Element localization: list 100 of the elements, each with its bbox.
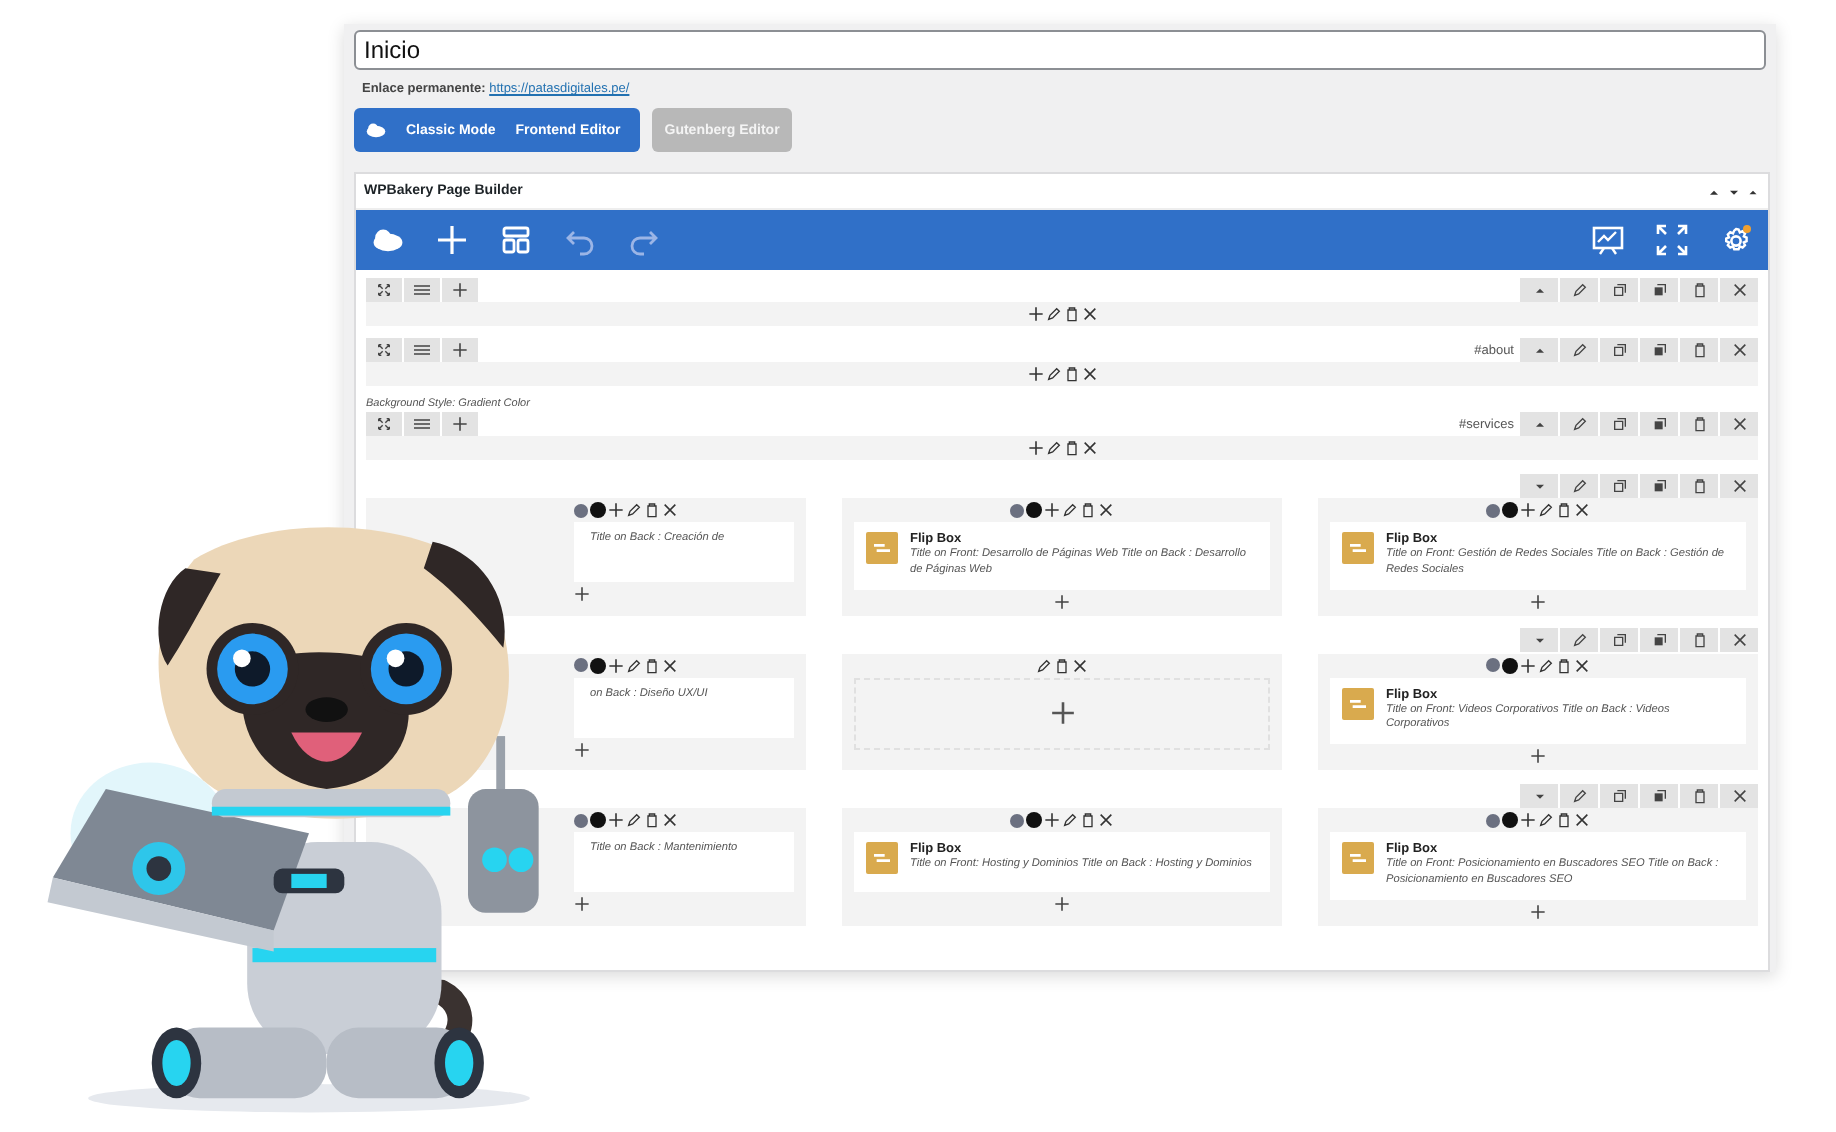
add-icon[interactable] — [608, 812, 624, 829]
remove-row-button[interactable] — [1720, 278, 1758, 302]
copy-row-button[interactable] — [1600, 628, 1638, 653]
close-icon[interactable] — [1098, 812, 1114, 829]
toggle-row-button[interactable] — [1520, 338, 1558, 362]
pencil-icon[interactable] — [1045, 306, 1061, 322]
pencil-icon[interactable] — [1036, 657, 1052, 674]
clone-row-button[interactable] — [1640, 628, 1678, 653]
pencil-icon[interactable] — [1062, 502, 1078, 518]
add-icon[interactable] — [1044, 502, 1060, 518]
pencil-icon[interactable] — [1045, 366, 1061, 382]
settings-icon[interactable] — [1720, 224, 1752, 256]
drag-handle[interactable] — [366, 338, 402, 362]
add-icon[interactable] — [1027, 306, 1043, 322]
edit-row-button[interactable] — [1560, 783, 1598, 808]
remove-row-button[interactable] — [1720, 783, 1758, 808]
add-icon[interactable] — [574, 741, 590, 758]
title-field[interactable]: Inicio — [354, 30, 1766, 70]
delete-row-button[interactable] — [1680, 338, 1718, 362]
add-icon[interactable] — [1530, 593, 1546, 610]
remove-row-button[interactable] — [1720, 473, 1758, 497]
copy-row-button[interactable] — [1600, 473, 1638, 497]
add-icon[interactable] — [1530, 748, 1546, 765]
drag-handle[interactable] — [366, 278, 402, 302]
copy-row-button[interactable] — [1600, 278, 1638, 302]
delete-row-button[interactable] — [1680, 628, 1718, 653]
add-icon[interactable] — [1049, 700, 1075, 727]
edit-row-button[interactable] — [1560, 473, 1598, 497]
copy-row-button[interactable] — [1600, 783, 1638, 808]
clone-row-button[interactable] — [1640, 278, 1678, 302]
add-column-button[interactable] — [442, 412, 478, 436]
clone-row-button[interactable] — [1640, 473, 1678, 497]
add-icon[interactable] — [1520, 657, 1536, 674]
trash-icon[interactable] — [1556, 502, 1572, 518]
layout-button[interactable] — [404, 278, 440, 302]
presentation-chart-icon[interactable] — [1592, 224, 1624, 256]
close-icon[interactable] — [1098, 502, 1114, 518]
toggle-row-button[interactable] — [1520, 628, 1558, 653]
trash-icon[interactable] — [1063, 440, 1079, 456]
toggle-row-button[interactable] — [1520, 278, 1558, 302]
pencil-icon[interactable] — [1538, 502, 1554, 518]
clone-row-button[interactable] — [1640, 338, 1678, 362]
trash-icon[interactable] — [1080, 502, 1096, 518]
close-icon[interactable] — [662, 657, 678, 674]
trash-icon[interactable] — [1080, 812, 1096, 829]
remove-row-button[interactable] — [1720, 628, 1758, 653]
clone-row-button[interactable] — [1640, 412, 1678, 436]
trash-icon[interactable] — [1063, 306, 1079, 322]
copy-row-button[interactable] — [1600, 338, 1638, 362]
add-icon[interactable] — [1027, 366, 1043, 382]
toggle-row-button[interactable] — [1520, 473, 1558, 497]
pencil-icon[interactable] — [626, 812, 642, 829]
edit-row-button[interactable] — [1560, 412, 1598, 436]
trash-icon[interactable] — [1556, 812, 1572, 829]
pencil-icon[interactable] — [626, 657, 642, 674]
close-icon[interactable] — [1081, 366, 1097, 382]
add-column-button[interactable] — [442, 338, 478, 362]
toggle-row-button[interactable] — [1520, 783, 1558, 808]
close-icon[interactable] — [1072, 657, 1088, 674]
cloud-logo-icon[interactable] — [372, 224, 404, 256]
add-icon[interactable] — [574, 896, 590, 913]
edit-row-button[interactable] — [1560, 628, 1598, 653]
delete-row-button[interactable] — [1680, 783, 1718, 808]
drag-handle[interactable] — [366, 412, 402, 436]
close-icon[interactable] — [1574, 812, 1590, 829]
close-icon[interactable] — [662, 812, 678, 829]
trash-icon[interactable] — [644, 657, 660, 674]
trash-icon[interactable] — [1054, 657, 1070, 674]
edit-row-button[interactable] — [1560, 278, 1598, 302]
copy-row-button[interactable] — [1600, 412, 1638, 436]
add-icon[interactable] — [574, 586, 590, 602]
edit-row-button[interactable] — [1560, 338, 1598, 362]
delete-row-button[interactable] — [1680, 278, 1718, 302]
delete-row-button[interactable] — [1680, 412, 1718, 436]
close-icon[interactable] — [662, 502, 678, 518]
close-icon[interactable] — [1574, 657, 1590, 674]
toggle-row-button[interactable] — [1520, 412, 1558, 436]
trash-icon[interactable] — [644, 812, 660, 829]
close-icon[interactable] — [1081, 306, 1097, 322]
pencil-icon[interactable] — [1045, 440, 1061, 456]
add-icon[interactable] — [1054, 593, 1070, 610]
layout-button[interactable] — [404, 412, 440, 436]
close-icon[interactable] — [1081, 440, 1097, 456]
layout-icon[interactable] — [500, 224, 532, 256]
pencil-icon[interactable] — [1062, 812, 1078, 829]
add-icon[interactable] — [1027, 440, 1043, 456]
fullscreen-icon[interactable] — [1656, 224, 1688, 256]
pencil-icon[interactable] — [626, 502, 642, 518]
delete-row-button[interactable] — [1680, 473, 1718, 497]
add-column-button[interactable] — [442, 278, 478, 302]
add-icon[interactable] — [1044, 812, 1060, 829]
add-icon[interactable] — [1520, 502, 1536, 518]
close-icon[interactable] — [1574, 502, 1590, 518]
clone-row-button[interactable] — [1640, 783, 1678, 808]
add-icon[interactable] — [1054, 896, 1070, 913]
layout-button[interactable] — [404, 338, 440, 362]
trash-icon[interactable] — [644, 502, 660, 518]
add-icon[interactable] — [608, 502, 624, 518]
add-icon[interactable] — [1530, 903, 1546, 920]
trash-icon[interactable] — [1556, 657, 1572, 674]
